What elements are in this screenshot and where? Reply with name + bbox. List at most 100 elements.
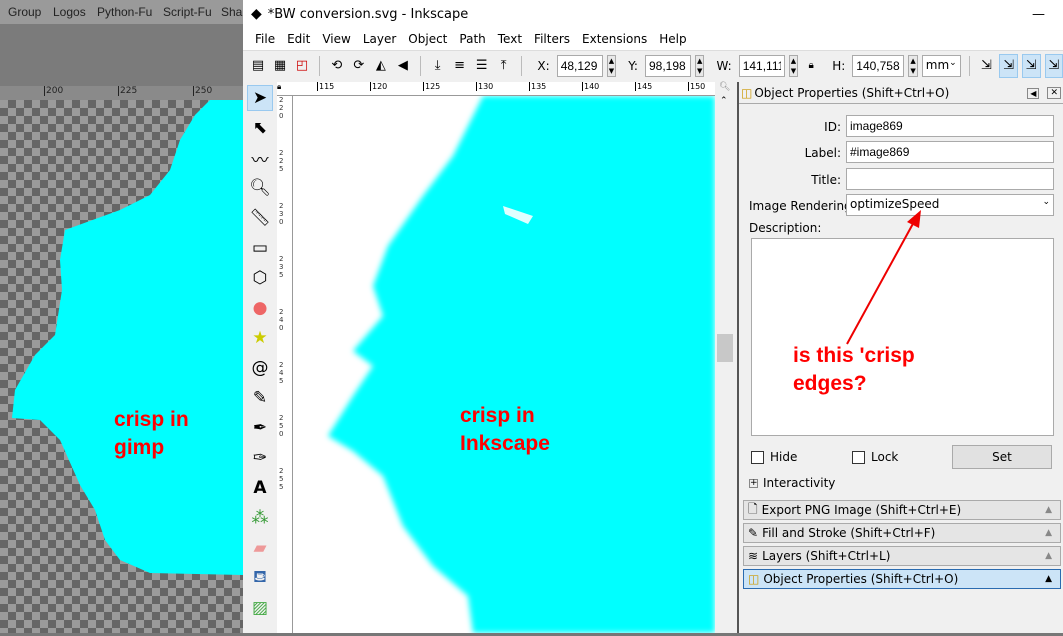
ruler-label: 120: [370, 82, 388, 91]
menu-help[interactable]: Help: [653, 32, 692, 46]
flip-horizontal-icon[interactable]: ◭: [372, 54, 390, 78]
set-button[interactable]: Set: [952, 445, 1052, 469]
eraser-tool-icon[interactable]: ▰: [247, 535, 273, 561]
inkscape-silhouette: [328, 96, 715, 633]
menu-layer[interactable]: Layer: [357, 32, 402, 46]
checkbox-box[interactable]: [852, 450, 865, 464]
dock-layers[interactable]: ≋ Layers (Shift+Ctrl+L) ▲: [743, 546, 1061, 566]
menu-path[interactable]: Path: [453, 32, 491, 46]
horizontal-ruler: 🔒︎ 115 120 125 130 135 140 145 150: [277, 82, 715, 96]
inkscape-canvas[interactable]: crisp in Inkscape: [293, 96, 715, 633]
divider: [419, 55, 421, 76]
h-input[interactable]: [852, 54, 905, 77]
scale-stroke-icon[interactable]: ⇲: [977, 54, 995, 78]
3d-box-tool-icon[interactable]: ⬡: [247, 265, 273, 291]
vertical-ruler: 2 2 0 2 2 5 2 3 0 2 3 5 2 4 0 2 4 5 2 5 …: [277, 96, 293, 633]
scale-corners-icon[interactable]: ⇲: [999, 53, 1018, 78]
menu-filters[interactable]: Filters: [528, 32, 576, 46]
scroll-up-icon[interactable]: ⌃: [720, 96, 728, 106]
w-input[interactable]: [738, 54, 785, 77]
object-properties-icon: ◫: [748, 572, 760, 586]
x-input[interactable]: [556, 54, 603, 77]
dock-export-png[interactable]: 🗋 Export PNG Image (Shift+Ctrl+E) ▲: [743, 500, 1061, 520]
dock-fill-and-stroke[interactable]: ✎ Fill and Stroke (Shift+Ctrl+F) ▲: [743, 523, 1061, 543]
gimp-menu-script-fu[interactable]: Script-Fu: [163, 5, 212, 19]
ruler-label: 2 2 5: [279, 149, 284, 173]
dock-object-properties[interactable]: ◫ Object Properties (Shift+Ctrl+O) ▲: [743, 569, 1061, 589]
spiral-tool-icon[interactable]: @: [247, 355, 273, 381]
window-title: *BW conversion.svg - Inkscape: [267, 6, 469, 22]
lower-icon[interactable]: ≡: [451, 54, 469, 78]
deselect-icon[interactable]: ◰: [293, 54, 311, 78]
interactivity-label: Interactivity: [763, 476, 836, 490]
dock-label: Export PNG Image (Shift+Ctrl+E): [761, 503, 962, 517]
menu-object[interactable]: Object: [402, 32, 453, 46]
pencil-tool-icon[interactable]: ✎: [247, 385, 273, 411]
text-tool-icon[interactable]: A: [247, 475, 273, 501]
gimp-menu-logos[interactable]: Logos: [53, 5, 86, 19]
interactivity-expander[interactable]: + Interactivity: [749, 476, 835, 490]
gimp-menu-sha[interactable]: Sha: [221, 5, 242, 19]
gimp-canvas[interactable]: crisp in gimp: [0, 100, 243, 633]
scrollbar-thumb[interactable]: [717, 334, 733, 362]
menubar: File Edit View Layer Object Path Text Fi…: [243, 28, 1063, 50]
ruler-label: 225: [118, 86, 138, 96]
dock-label: Layers (Shift+Ctrl+L): [762, 549, 891, 563]
measure-tool-icon[interactable]: 📏︎: [247, 205, 273, 231]
minimize-button[interactable]: —: [1032, 7, 1045, 22]
calligraphy-tool-icon[interactable]: ✑: [247, 445, 273, 471]
pen-tool-icon[interactable]: ✒: [247, 415, 273, 441]
paint-bucket-tool-icon[interactable]: ⛾: [247, 565, 273, 591]
vertical-scrollbar[interactable]: 🔍︎ ⌃: [715, 82, 735, 633]
expand-arrow-icon: ▲: [1045, 574, 1052, 584]
expand-arrow-icon: ▲: [1045, 528, 1052, 538]
menu-extensions[interactable]: Extensions: [576, 32, 653, 46]
w-spinner[interactable]: ▲ ▼: [788, 54, 799, 77]
menu-edit[interactable]: Edit: [281, 32, 316, 46]
rectangle-tool-icon[interactable]: ▭: [247, 235, 273, 261]
menu-view[interactable]: View: [316, 32, 356, 46]
spray-tool-icon[interactable]: ⁂: [247, 505, 273, 531]
tweak-tool-icon[interactable]: 〰: [247, 145, 273, 171]
gimp-toolbar-area: [0, 24, 243, 88]
menu-file[interactable]: File: [249, 32, 281, 46]
select-all-layers-icon[interactable]: ▦: [271, 54, 289, 78]
ruler-label: 2 3 0: [279, 202, 284, 226]
select-all-icon[interactable]: ▤: [249, 54, 267, 78]
rotate-ccw-icon[interactable]: ⟲: [328, 54, 346, 78]
chevron-down-icon: ⌄: [949, 57, 957, 68]
gradient-tool-icon[interactable]: ▨: [247, 595, 273, 621]
y-input[interactable]: [644, 54, 691, 77]
unit-select[interactable]: mm ⌄: [921, 54, 961, 77]
gimp-menu-group[interactable]: Group: [8, 5, 41, 19]
y-spinner[interactable]: ▲ ▼: [694, 54, 705, 77]
menu-text[interactable]: Text: [492, 32, 528, 46]
h-spinner[interactable]: ▲ ▼: [908, 54, 918, 77]
node-tool-icon[interactable]: ⬉: [247, 115, 273, 141]
inkscape-window: ◆ *BW conversion.svg - Inkscape — File E…: [243, 0, 1063, 633]
lower-to-bottom-icon[interactable]: ⤓: [429, 54, 447, 78]
x-spinner[interactable]: ▲ ▼: [606, 54, 617, 77]
gimp-silhouette: [12, 100, 243, 575]
zoom-corner-icon[interactable]: 🔍︎: [719, 82, 730, 92]
ruler-label: 200: [44, 86, 64, 96]
h-label: H:: [832, 58, 846, 73]
expand-arrow-icon: ▲: [1045, 551, 1052, 561]
zoom-tool-icon[interactable]: 🔍︎: [247, 175, 273, 201]
lock-icon[interactable]: 🔒︎: [802, 54, 820, 78]
hide-checkbox[interactable]: Hide: [751, 450, 797, 464]
flip-vertical-icon[interactable]: ◀: [394, 54, 412, 78]
transform-patterns-icon[interactable]: ⇲: [1044, 53, 1063, 78]
raise-icon[interactable]: ☰: [473, 54, 491, 78]
star-tool-icon[interactable]: ★: [247, 325, 273, 351]
selector-tool-icon[interactable]: ➤: [247, 85, 273, 111]
ellipse-tool-icon[interactable]: ●: [247, 295, 273, 321]
lock-checkbox[interactable]: Lock: [852, 450, 898, 464]
rotate-cw-icon[interactable]: ⟳: [350, 54, 368, 78]
checkbox-box[interactable]: [751, 450, 764, 464]
raise-to-top-icon[interactable]: ⤒: [495, 54, 513, 78]
ruler-label: 125: [423, 82, 441, 91]
transform-gradients-icon[interactable]: ⇲: [1022, 53, 1041, 78]
gimp-menu-python-fu[interactable]: Python-Fu: [97, 5, 152, 19]
ruler-lock-icon: 🔒︎: [277, 82, 282, 91]
